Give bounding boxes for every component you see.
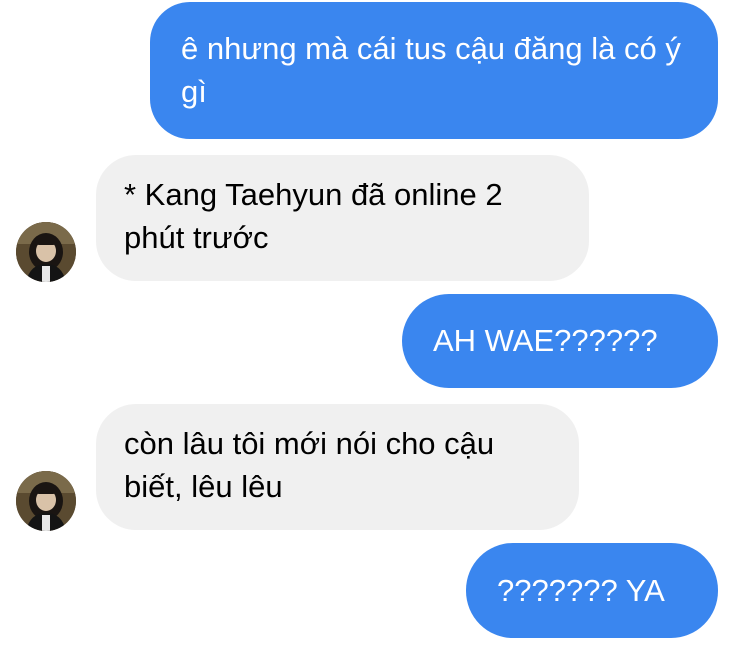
contact-avatar-icon[interactable] — [16, 222, 76, 282]
outgoing-message-bubble[interactable]: ê nhưng mà cái tus cậu đăng là có ý gì — [150, 2, 718, 139]
contact-avatar-icon[interactable] — [16, 471, 76, 531]
incoming-message-bubble[interactable]: * Kang Taehyun đã online 2 phút trước — [96, 155, 589, 281]
outgoing-message-bubble[interactable]: ??????? YA — [466, 543, 718, 638]
incoming-message-bubble[interactable]: còn lâu tôi mới nói cho cậu biết, lêu lê… — [96, 404, 579, 530]
outgoing-message-bubble[interactable]: AH WAE?????? — [402, 294, 718, 388]
